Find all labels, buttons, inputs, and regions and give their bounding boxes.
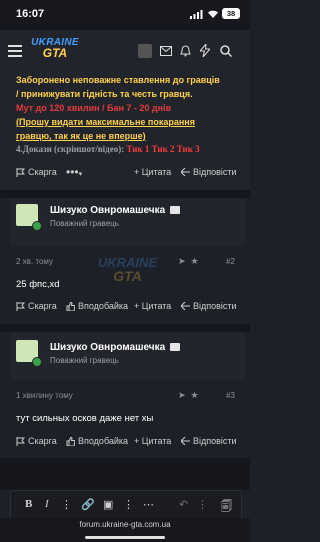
post-divider [0,324,250,332]
signal-icon [190,10,204,19]
flag-icon [16,436,25,446]
reply-area-spacer [0,458,250,490]
logo-bottom-text: GTA [42,46,68,60]
reply-label: Відповісти [193,301,237,311]
post-2-user-title: Поважний гравець [50,219,119,228]
quote-button[interactable]: + Цитата [134,167,171,177]
rule-text-line2: / принижувати гідність та честь гравця. [16,89,193,99]
flag-icon [16,167,25,177]
more-options-icon[interactable]: •••▾ [66,165,82,179]
post-2-author-card: Шизуко Овнромашечка Поважний гравець [10,198,245,246]
preview-icon[interactable]: 🗐 [221,498,232,517]
more-format-icon[interactable]: ⋮ [61,498,72,511]
report-label: Скарга [28,301,57,311]
request-text-line1: (Прошу видати максимальне покарання [16,117,195,127]
post-3-quote-button[interactable]: + Цитата [134,436,171,446]
evidence-row: 4.Докази (скріншот/відео): Тик 1 Тик 2 Т… [16,144,200,154]
post-2-message: 25 фпс,xd [16,279,60,290]
quote-label: + Цитата [134,301,172,311]
online-badge-icon [32,221,42,231]
options-icon[interactable]: ⋯ [143,498,154,511]
post-3-author-card: Шизуко Овнромашечка Поважний гравець [10,332,245,380]
bold-icon[interactable]: B [25,498,32,510]
evidence-links[interactable]: Тик 1 Тик 2 Тик 3 [126,144,199,154]
post-3-share-icons[interactable]: ➤ ★ [178,390,199,401]
battery-icon: 38 [222,8,240,19]
watermark-logo: UKRAINE GTA [97,255,158,284]
reply-button[interactable]: Відповісти [181,167,237,177]
quote-label: + Цитата [134,436,172,446]
reply-icon [181,168,190,176]
image-icon[interactable]: ▣ [103,498,113,511]
post-2-report-button[interactable]: Скарга [16,301,57,311]
post-2-username[interactable]: Шизуко Овнромашечка [50,205,165,216]
search-icon[interactable] [220,45,232,57]
post-3-reply-button[interactable]: Відповісти [181,436,237,446]
undo-icon[interactable]: ↶ [179,498,188,511]
reply-icon [181,437,190,445]
post-2-like-button[interactable]: Вподобайка [66,301,128,311]
battery-level: 38 [226,9,236,18]
reply-editor-toolbar: B I ⋮ 🔗 ▣ ⋮ ⋯ ↶ ⋮ 🗐 [10,490,242,520]
online-badge-icon [32,357,42,367]
rule-penalty-text: Мут до 120 хвилин / Бан 7 - 20 днів [16,103,172,113]
evidence-label: 4.Докази (скріншот/відео): [16,144,125,154]
thumbs-up-icon [66,436,75,446]
rule-text-line1: Заборонено неповажне ставлення до гравці… [16,75,220,85]
inbox-icon[interactable] [160,46,172,56]
user-avatar-icon[interactable] [138,44,152,58]
post-2-share-icons[interactable]: ➤ ★ [178,256,199,267]
lightning-icon[interactable] [200,44,210,57]
bell-icon[interactable] [180,45,191,57]
like-label: Вподобайка [78,301,129,311]
post-3-time[interactable]: 1 хвилину тому [16,391,73,400]
post-3-report-button[interactable]: Скарга [16,436,57,446]
reply-label: Відповісти [193,436,237,446]
site-logo[interactable]: UKRAINE GTA [30,37,80,67]
hamburger-menu-icon[interactable] [8,45,22,57]
reply-icon [181,302,190,310]
editor-more-icon[interactable]: ⋮ [197,498,208,511]
post-2-reply-button[interactable]: Відповісти [181,301,237,311]
status-time: 16:07 [16,8,45,20]
thumbs-up-icon [66,301,75,311]
post-2-time[interactable]: 2 хв. тому [16,257,53,266]
italic-icon[interactable]: I [45,498,49,510]
post-divider [0,190,250,198]
post-3-like-button[interactable]: Вподобайка [66,436,128,446]
post-3-user-title: Поважний гравець [50,356,119,365]
message-envelope-icon[interactable] [170,343,180,351]
link-icon[interactable]: 🔗 [81,498,95,511]
report-label: Скарга [28,167,57,177]
home-indicator [85,536,165,539]
wifi-icon [207,9,219,19]
report-label: Скарга [28,436,57,446]
post-3-username[interactable]: Шизуко Овнромашечка [50,342,165,353]
flag-icon [16,301,25,311]
post-3-message: тут сильных осков даже нет хы [16,413,154,424]
message-envelope-icon[interactable] [170,206,180,214]
post-2-number[interactable]: #2 [226,257,235,266]
browser-url[interactable]: forum.ukraine-gta.com.ua [0,520,250,529]
quote-label: + Цитата [134,167,172,177]
report-button[interactable]: Скарга [16,167,57,177]
request-text-line2: гравцю, так як це не вперше) [16,131,146,141]
more-insert-icon[interactable]: ⋮ [123,498,134,511]
like-label: Вподобайка [78,436,129,446]
reply-label: Відповісти [193,167,237,177]
post-2-quote-button[interactable]: + Цитата [134,301,171,311]
post-3-number[interactable]: #3 [226,391,235,400]
